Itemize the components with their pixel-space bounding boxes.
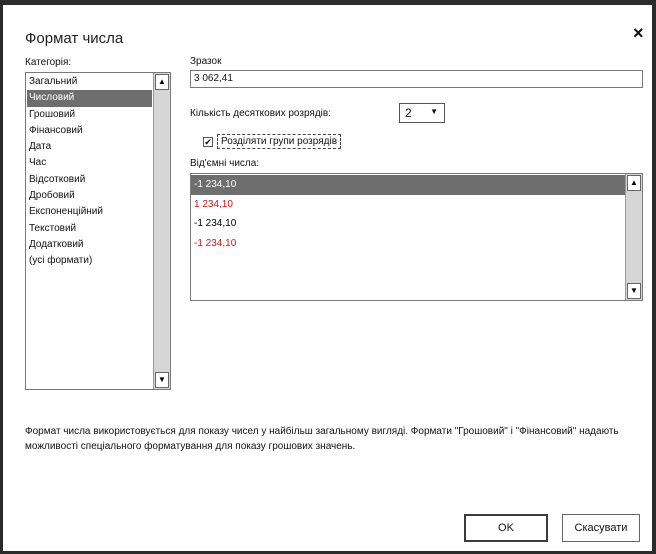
scroll-down-icon[interactable]: ▼ bbox=[627, 283, 641, 299]
format-description: Формат числа використовується для показу… bbox=[25, 426, 619, 452]
category-item[interactable]: Відсотковий bbox=[27, 172, 152, 188]
window-top-border bbox=[3, 0, 656, 5]
category-listbox[interactable]: Загальний Числовий Грошовий Фінансовий Дата Ч… bbox=[25, 72, 171, 390]
negative-number-option[interactable]: 1 234,10 bbox=[191, 195, 626, 215]
negative-numbers-listbox[interactable]: -1 234,10 1 234,10 -1 234,10 -1 234,10 ▲ ▼ bbox=[190, 173, 643, 301]
category-label: Категорія: bbox=[25, 57, 72, 68]
category-list: Загальний Числовий Грошовий Фінансовий Дата Ч… bbox=[27, 74, 152, 270]
category-item[interactable]: Текстовий bbox=[27, 221, 152, 237]
decimal-places-select[interactable]: 2 ▼ bbox=[399, 103, 445, 123]
close-icon[interactable]: × bbox=[633, 24, 644, 42]
decimal-places-value: 2 bbox=[405, 106, 412, 120]
scroll-down-icon[interactable]: ▼ bbox=[155, 372, 169, 388]
category-item[interactable]: Час bbox=[27, 155, 152, 171]
scroll-up-icon[interactable]: ▲ bbox=[627, 175, 641, 191]
negative-number-option[interactable]: -1 234,10 bbox=[191, 175, 626, 195]
negative-numbers-scrollbar[interactable]: ▲ ▼ bbox=[625, 174, 642, 300]
category-scrollbar[interactable]: ▲ ▼ bbox=[153, 73, 170, 389]
cancel-button[interactable]: Скасувати bbox=[562, 514, 640, 542]
category-item[interactable]: (усі формати) bbox=[27, 253, 152, 269]
category-item[interactable]: Додатковий bbox=[27, 237, 152, 253]
category-item[interactable]: Експоненційний bbox=[27, 204, 152, 220]
category-item[interactable]: Дата bbox=[27, 139, 152, 155]
ok-button[interactable]: OK bbox=[464, 514, 548, 542]
negative-number-option[interactable]: -1 234,10 bbox=[191, 234, 626, 254]
thousands-separator-label[interactable]: Розділяти групи розрядів bbox=[217, 134, 342, 149]
chevron-down-icon: ▼ bbox=[430, 107, 438, 116]
sample-label: Зразок bbox=[190, 56, 222, 67]
scroll-up-icon[interactable]: ▲ bbox=[155, 74, 169, 90]
category-item[interactable]: Дробовий bbox=[27, 188, 152, 204]
category-item[interactable]: Грошовий bbox=[27, 107, 152, 123]
category-item[interactable]: Числовий bbox=[27, 90, 152, 107]
category-item[interactable]: Загальний bbox=[27, 74, 152, 90]
thousands-separator-checkbox[interactable]: ✔ bbox=[203, 137, 213, 147]
decimal-places-label: Кількість десяткових розрядів: bbox=[190, 108, 331, 119]
category-item[interactable]: Фінансовий bbox=[27, 123, 152, 139]
sample-field: 3 062,41 bbox=[190, 70, 643, 88]
negative-number-option[interactable]: -1 234,10 bbox=[191, 214, 626, 234]
format-number-dialog: Формат числа × Категорія: Загальний Число… bbox=[0, 0, 656, 554]
negative-numbers-list: -1 234,10 1 234,10 -1 234,10 -1 234,10 bbox=[191, 175, 626, 253]
negative-numbers-label: Від'ємні числа: bbox=[190, 158, 260, 169]
dialog-title: Формат числа bbox=[25, 30, 124, 47]
